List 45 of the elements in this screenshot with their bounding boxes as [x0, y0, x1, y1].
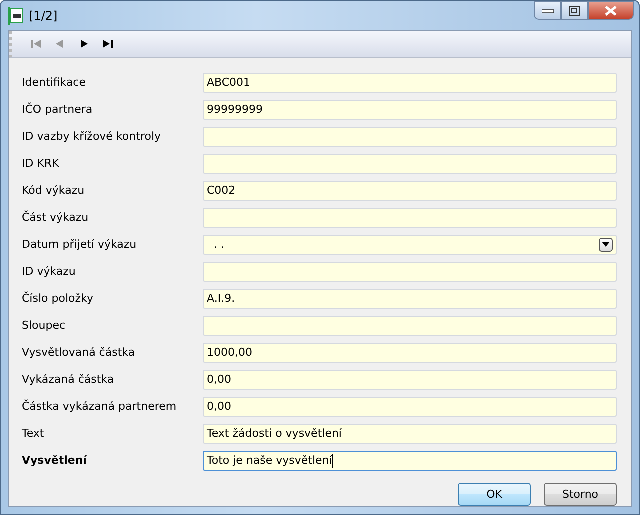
- next-icon: [79, 39, 89, 49]
- field-label: Identifikace: [22, 76, 87, 89]
- dialog-button[interactable]: Storno: [544, 483, 617, 506]
- input-field[interactable]: 0,00: [203, 370, 617, 390]
- input-field[interactable]: [203, 262, 617, 282]
- input-field[interactable]: Toto je naše vysvětlení: [203, 450, 617, 470]
- field-label: Datum přijetí výkazu: [22, 238, 138, 251]
- input-field[interactable]: [203, 154, 617, 174]
- field-label: Vysvětlení: [22, 454, 88, 467]
- maximize-button[interactable]: [561, 1, 588, 20]
- field-label: Vykázaná částka: [22, 373, 116, 386]
- dropdown-icon[interactable]: [599, 238, 613, 252]
- close-button[interactable]: [588, 1, 634, 20]
- input-field[interactable]: Text žádosti o vysvětlení: [203, 424, 617, 444]
- field-label: ID vazby křížové kontroly: [22, 130, 162, 143]
- input-field[interactable]: 0,00: [203, 396, 617, 416]
- field-label: Sloupec: [22, 319, 67, 332]
- input-field[interactable]: 99999999: [203, 100, 617, 120]
- field-label: ID výkazu: [22, 265, 77, 278]
- maximize-icon: [569, 6, 580, 16]
- previous-icon: [55, 39, 65, 49]
- field-label: ID KRK: [22, 157, 60, 170]
- dialog-button[interactable]: OK: [458, 483, 531, 506]
- field-label: Vysvětlovaná částka: [22, 346, 136, 359]
- last-record-icon: [103, 39, 113, 49]
- input-field[interactable]: ABC001: [203, 72, 617, 92]
- field-label: Kód výkazu: [22, 184, 86, 197]
- input-field[interactable]: A.I.9.: [203, 288, 617, 308]
- close-icon: [605, 6, 617, 16]
- minimize-icon: [542, 8, 554, 14]
- field-label: IČO partnera: [22, 103, 94, 116]
- input-field[interactable]: C002: [203, 180, 617, 200]
- app-logo-icon: [8, 6, 24, 24]
- minimize-button[interactable]: [534, 1, 561, 20]
- field-label: Část výkazu: [22, 211, 90, 224]
- field-label: Text: [22, 427, 46, 440]
- field-label: Číslo položky: [22, 292, 95, 305]
- input-field[interactable]: [203, 316, 617, 336]
- date-field[interactable]: . .: [203, 234, 617, 254]
- window-title: [1/2]: [29, 8, 58, 22]
- first-record-icon: [31, 39, 41, 49]
- field-label: Částka vykázaná partnerem: [22, 400, 178, 413]
- input-field[interactable]: [203, 208, 617, 228]
- input-field[interactable]: [203, 126, 617, 146]
- input-field[interactable]: 1000,00: [203, 342, 617, 362]
